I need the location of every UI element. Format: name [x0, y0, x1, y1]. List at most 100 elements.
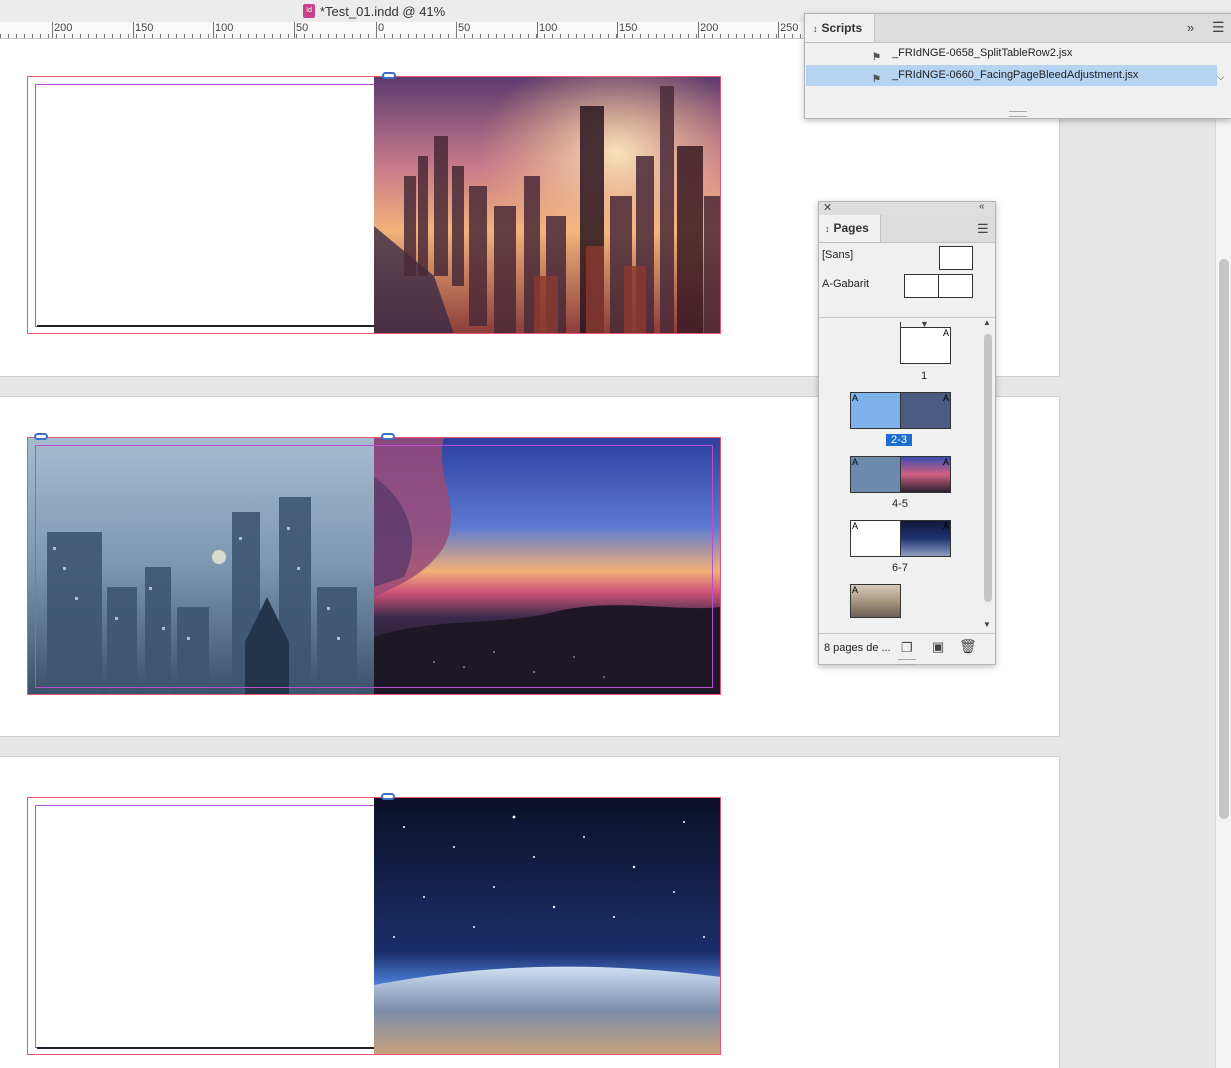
ruler-label: 150	[619, 22, 638, 34]
link-icon[interactable]	[34, 433, 48, 440]
scrollbar-thumb[interactable]	[1219, 259, 1229, 819]
ruler-tick	[776, 34, 777, 38]
pages-scrollbar-thumb[interactable]	[984, 334, 992, 602]
page-7-thumbnail[interactable]: A	[900, 520, 951, 557]
page-label: 1	[920, 370, 928, 382]
master-a-gabarit-left-thumbnail[interactable]	[904, 274, 939, 298]
ruler-tick	[544, 34, 545, 38]
link-icon[interactable]	[381, 433, 395, 440]
page-label-selected: 2-3	[886, 434, 912, 446]
ruler-tick	[488, 34, 489, 38]
page-1-thumbnail[interactable]: A	[900, 327, 951, 364]
page-2-thumbnail[interactable]: A	[850, 392, 901, 429]
divider	[819, 317, 995, 318]
master-marker: A	[942, 328, 949, 338]
script-item[interactable]: ⚑ _FRIdNGE-0658_SplitTableRow2.jsx	[806, 43, 1217, 64]
master-a-gabarit-right-thumbnail[interactable]	[938, 274, 973, 298]
collapse-panel-icon[interactable]: «	[979, 201, 985, 212]
scroll-down-arrow-icon[interactable]: ▼	[983, 620, 991, 629]
pages-panel-tabbar: ↕ Pages ☰	[819, 215, 995, 243]
pasteboard[interactable]	[0, 39, 1215, 1068]
ruler-tick	[560, 34, 561, 38]
ruler-tick	[8, 34, 9, 38]
ruler-tick	[168, 34, 169, 38]
master-marker: A	[852, 585, 859, 595]
scroll-up-arrow-icon[interactable]: ▲	[983, 318, 991, 327]
ruler-tick	[704, 34, 705, 38]
ruler-tick	[192, 34, 193, 38]
tab-chevron-icon: ↕	[813, 24, 818, 34]
ruler-tick	[320, 34, 321, 38]
ruler-tick	[584, 34, 585, 38]
panel-resize-grip[interactable]	[1009, 111, 1027, 117]
master-a-gabarit-label[interactable]: A-Gabarit	[822, 278, 869, 290]
ruler-tick	[744, 34, 745, 38]
page-size-icon[interactable]: ❐	[901, 640, 913, 656]
link-icon[interactable]	[382, 72, 396, 79]
ruler-tick	[720, 34, 721, 38]
ruler-tick	[680, 34, 681, 38]
page-6-thumbnail[interactable]: A	[850, 520, 901, 557]
master-marker: A	[852, 457, 859, 467]
script-item-selected[interactable]: ⚑ _FRIdNGE-0660_FacingPageBleedAdjustmen…	[806, 65, 1217, 86]
ruler-tick	[24, 34, 25, 38]
vertical-scrollbar[interactable]	[1215, 39, 1231, 1068]
tab-scripts[interactable]: ↕ Scripts	[805, 14, 876, 42]
ruler-tick	[304, 34, 305, 38]
ruler-major-tick	[537, 22, 538, 38]
ruler-tick	[112, 34, 113, 38]
ruler-tick	[328, 34, 329, 38]
ruler-tick	[624, 34, 625, 38]
ruler-tick	[312, 34, 313, 38]
ruler-tick	[432, 34, 433, 38]
ruler-tick	[384, 34, 385, 38]
ruler-tick	[448, 34, 449, 38]
master-sans-thumbnail[interactable]	[939, 246, 973, 270]
collapse-panel-icon[interactable]: »	[1187, 20, 1194, 35]
ruler-tick	[32, 34, 33, 38]
ruler-tick	[16, 34, 17, 38]
ruler-tick	[512, 34, 513, 38]
ruler-tick	[400, 34, 401, 38]
page-3-thumbnail[interactable]: A	[900, 392, 951, 429]
ruler-tick	[440, 34, 441, 38]
ruler-tick	[216, 34, 217, 38]
ruler-tick	[152, 34, 153, 38]
panel-menu-icon[interactable]: ☰	[1212, 19, 1225, 36]
ruler-major-tick	[294, 22, 295, 38]
ruler-tick	[264, 34, 265, 38]
ruler-major-tick	[213, 22, 214, 38]
page-5-thumbnail[interactable]: A	[900, 456, 951, 493]
ruler-tick	[496, 34, 497, 38]
link-icon[interactable]	[381, 793, 395, 800]
pages-panel: ✕ « ↕ Pages ☰ [Sans] A-Gabarit ▼ A 1 A A …	[818, 201, 996, 665]
ruler-tick	[424, 34, 425, 38]
bleed-guide	[27, 437, 721, 695]
page-8-thumbnail[interactable]: A	[850, 584, 901, 618]
master-marker: A	[942, 393, 949, 403]
ruler-tick	[656, 34, 657, 38]
ruler-tick	[696, 34, 697, 38]
ruler-tick	[416, 34, 417, 38]
ruler-major-tick	[376, 22, 377, 38]
bleed-guide	[27, 76, 721, 334]
ruler-tick	[464, 34, 465, 38]
ruler-major-tick	[617, 22, 618, 38]
ruler-tick	[768, 34, 769, 38]
tab-pages[interactable]: ↕ Pages	[819, 215, 881, 242]
panel-resize-grip[interactable]	[898, 659, 916, 665]
panel-menu-icon[interactable]: ☰	[977, 221, 989, 237]
close-icon[interactable]: ✕	[823, 201, 832, 214]
pages-scrollbar[interactable]: ▲ ▼	[982, 318, 993, 632]
ruler-tick	[800, 34, 801, 38]
trash-icon[interactable]: 🗑	[959, 638, 977, 655]
page-4-thumbnail[interactable]: A	[850, 456, 901, 493]
ruler-tick	[360, 34, 361, 38]
scroll-down-arrow-icon[interactable]: ⌵	[1217, 72, 1225, 83]
scripts-panel-tabbar: ↕ Scripts » ☰	[805, 14, 1231, 43]
master-sans-label[interactable]: [Sans]	[822, 249, 853, 261]
ruler-tick	[48, 34, 49, 38]
ruler-major-tick	[778, 22, 779, 38]
new-page-icon[interactable]: ▣	[932, 639, 944, 655]
rule-line	[37, 325, 374, 327]
